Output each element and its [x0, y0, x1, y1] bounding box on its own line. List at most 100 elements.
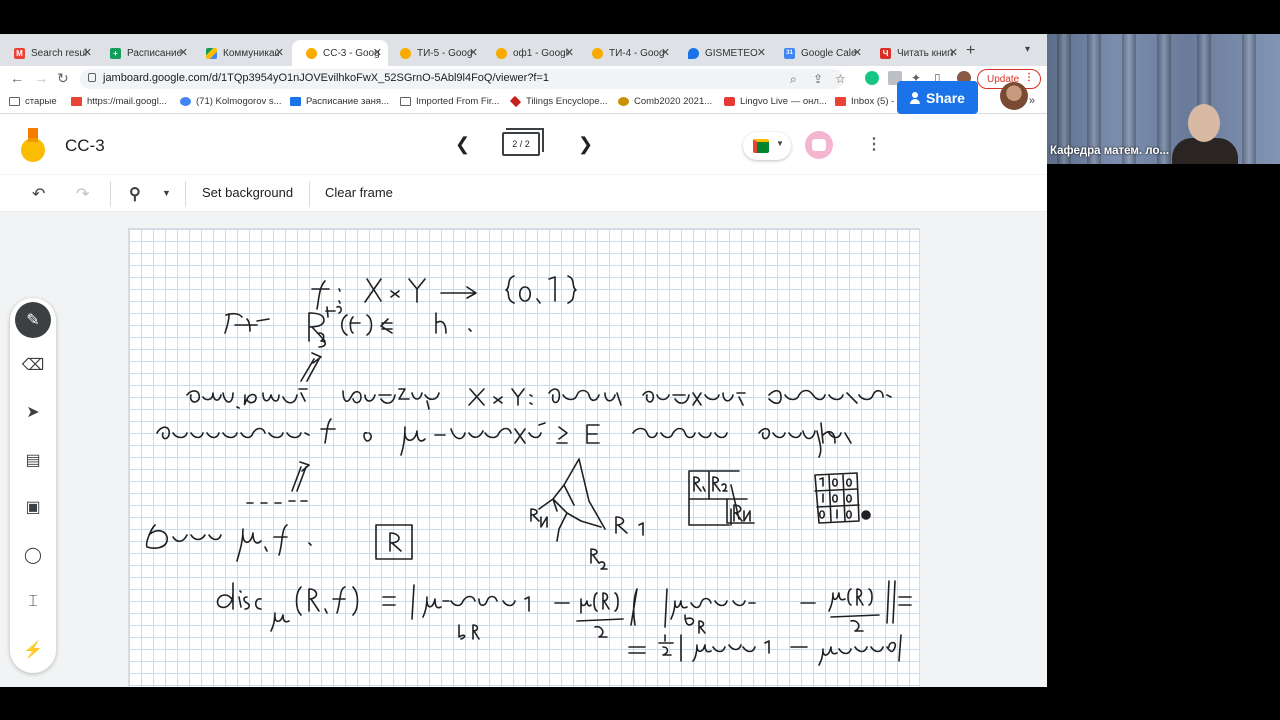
tab-search-results[interactable]: M Search results ✕ — [0, 40, 98, 66]
avatar[interactable] — [1000, 82, 1028, 110]
tab-google-calendar[interactable]: 31 Google Calendar ✕ — [770, 40, 868, 66]
bookmarks-bar: старые https://mail.googl... (71) Kolmog… — [0, 92, 1047, 114]
bookmark-label: https://mail.googl... — [87, 96, 167, 107]
text-box-icon[interactable]: ⌶ — [18, 587, 48, 617]
close-tab-icon[interactable]: ✕ — [275, 46, 284, 59]
select-pointer-icon[interactable]: ➤ — [18, 397, 48, 427]
folder-icon — [400, 97, 411, 106]
bookmark-tilings[interactable]: Tilings Encyclope... — [509, 95, 608, 108]
close-tab-icon[interactable]: ✕ — [179, 46, 188, 59]
url-text: jamboard.google.com/d/1TQp3954yO1nJOVEvi… — [103, 72, 550, 84]
lock-icon — [88, 73, 96, 82]
sticky-note-icon[interactable]: ▤ — [18, 445, 48, 475]
bookmark-label: Imported From Fir... — [416, 96, 500, 107]
tab-title: CC-3 - Google Jamboard — [323, 47, 379, 59]
more-bookmarks-icon[interactable]: » — [1029, 95, 1035, 107]
share-label: Share — [926, 89, 965, 106]
divider — [110, 181, 111, 207]
close-tab-icon[interactable]: ✕ — [661, 46, 670, 59]
lingvo-icon — [724, 97, 735, 106]
drive-icon — [206, 47, 217, 59]
clear-frame-button[interactable]: Clear frame — [325, 185, 393, 200]
close-tab-icon[interactable]: ✕ — [469, 46, 478, 59]
gismeteo-icon — [688, 47, 699, 59]
star-icon[interactable]: ☆ — [835, 72, 846, 86]
reload-icon[interactable]: ↻ — [57, 70, 69, 87]
bookmark-kolmogorov[interactable]: (71) Kolmogorov s... — [180, 96, 282, 107]
tab-of1-jamboard[interactable]: оф1 - Google Jamboard ✕ — [482, 40, 580, 66]
tab-gismeteo[interactable]: GISMETEO ✕ — [674, 40, 772, 66]
tab-cc3-jamboard[interactable]: CC-3 - Google Jamboard ✕ — [292, 40, 388, 66]
bookmark-gmail[interactable]: https://mail.googl... — [71, 96, 167, 107]
meet-button[interactable]: ▼ — [743, 132, 791, 160]
laser-pointer-icon[interactable]: ⚡ — [18, 635, 48, 665]
jam-title[interactable]: CC-3 — [65, 136, 105, 156]
schedule-icon — [290, 97, 301, 106]
bookmark-folder-old[interactable]: старые — [9, 96, 57, 107]
tab-search-chevron-icon[interactable]: ▾ — [1025, 44, 1030, 55]
browser-window: M Search results ✕ + Расписание ✕ Коммун… — [0, 34, 1047, 687]
more-vert-icon: ⋮ — [1024, 72, 1034, 83]
reader-icon: Ч — [880, 47, 891, 59]
eraser-tool-icon[interactable]: ⌫ — [18, 350, 48, 380]
circle-shape-icon[interactable]: ◯ — [18, 540, 48, 570]
close-tab-icon[interactable]: ✕ — [853, 46, 862, 59]
share-page-icon[interactable]: ⇪ — [813, 72, 823, 86]
share-button[interactable]: Share — [897, 81, 978, 114]
address-bar[interactable]: jamboard.google.com/d/1TQp3954yO1nJOVEvi… — [80, 69, 846, 89]
bookmark-folder-imported[interactable]: Imported From Fir... — [400, 96, 499, 107]
tab-read-books[interactable]: Ч Читать книги ✕ — [866, 40, 964, 66]
gmail-icon — [835, 97, 846, 106]
back-arrow-icon[interactable]: ← — [10, 70, 24, 86]
close-tab-icon[interactable]: ✕ — [565, 46, 574, 59]
bookmark-schedule[interactable]: Расписание заня... — [290, 96, 389, 107]
participant-name: Кафедра матем. ло... — [1050, 145, 1170, 157]
tab-communications[interactable]: Коммуникации ✕ — [192, 40, 290, 66]
zoom-dropdown-caret-icon[interactable]: ▼ — [162, 188, 171, 198]
zoom-icon[interactable]: ⌕ — [790, 72, 797, 87]
folder-icon — [9, 97, 20, 106]
handwriting-drawing — [145, 275, 912, 666]
close-tab-icon[interactable]: ✕ — [83, 46, 92, 59]
tool-panel: ✎ ⌫ ➤ ▤ ▣ ◯ ⌶ ⚡ — [10, 298, 56, 673]
video-participant-tile: Кафедра матем. ло... — [1047, 34, 1280, 164]
next-frame-chevron-icon[interactable]: ❯ — [578, 134, 593, 155]
bookmark-label: Lingvo Live — онл... — [740, 96, 827, 107]
gmail-icon — [71, 97, 82, 106]
tab-title: Расписание — [127, 47, 183, 59]
calendar-icon: 31 — [784, 47, 795, 59]
tab-title: GISMETEO — [705, 47, 758, 59]
add-image-icon[interactable]: ▣ — [18, 492, 48, 522]
close-tab-icon[interactable]: ✕ — [949, 46, 958, 59]
curtain-fold — [1242, 34, 1256, 164]
bookmark-lingvo[interactable]: Lingvo Live — онл... — [724, 96, 827, 107]
zoom-icon[interactable]: ⚲ — [129, 184, 141, 204]
tab-ti5-jamboard[interactable]: ТИ-5 - Google Jamboard ✕ — [386, 40, 484, 66]
redo-icon[interactable]: ↷ — [76, 184, 89, 204]
people-icon — [180, 97, 191, 106]
previous-frame-chevron-icon[interactable]: ❮ — [455, 134, 470, 155]
frame-bar-button[interactable]: 2 / 2 — [502, 128, 544, 156]
jamboard-toolbar: ↶ ↷ ⚲ ▼ Set background Clear frame — [0, 174, 1047, 212]
bookmark-comb2020[interactable]: Comb2020 2021... — [618, 96, 712, 107]
forward-arrow-icon[interactable]: → — [34, 70, 48, 86]
tab-ti4-jamboard[interactable]: ТИ-4 - Google Jamboard ✕ — [578, 40, 676, 66]
tab-title: Читать книги — [897, 47, 953, 59]
close-tab-icon[interactable]: ✕ — [373, 46, 382, 59]
bookmark-label: (71) Kolmogorov s... — [196, 96, 282, 107]
pen-tool-icon[interactable]: ✎ — [15, 302, 51, 338]
tab-schedule[interactable]: + Расписание ✕ — [96, 40, 194, 66]
jam-frame[interactable] — [128, 228, 920, 687]
tab-title: Google Calendar — [801, 47, 857, 59]
grammarly-extension-icon[interactable] — [865, 71, 879, 85]
more-options-icon[interactable]: ⋮ — [866, 134, 882, 154]
comb-icon — [618, 97, 629, 106]
new-tab-button[interactable]: + — [966, 42, 975, 60]
frame-indicator-text: 2 / 2 — [512, 139, 530, 149]
undo-icon[interactable]: ↶ — [32, 184, 45, 204]
bookmark-label: Расписание заня... — [306, 96, 389, 107]
set-background-button[interactable]: Set background — [202, 185, 293, 200]
tv-assistant-icon[interactable] — [805, 131, 833, 159]
close-tab-icon[interactable]: ✕ — [757, 46, 766, 59]
screen: M Search results ✕ + Расписание ✕ Коммун… — [0, 0, 1280, 720]
